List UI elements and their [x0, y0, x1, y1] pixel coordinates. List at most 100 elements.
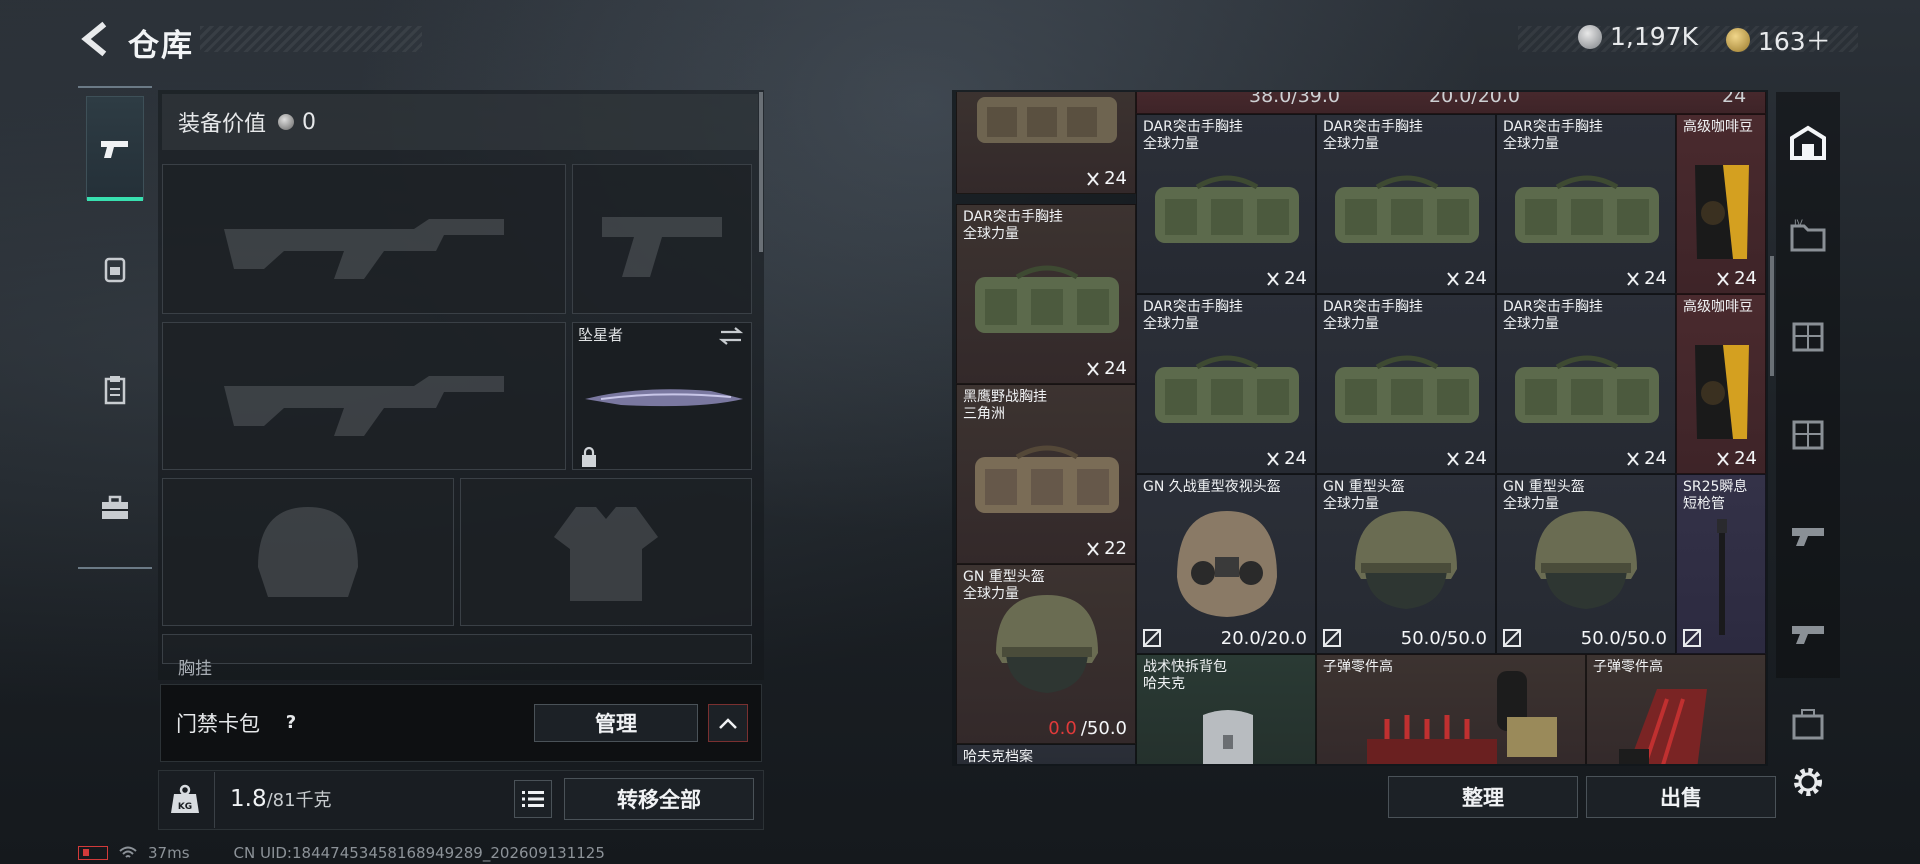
item-durability: 0.0/50.0 — [1048, 718, 1127, 739]
chest-rig-image — [1335, 355, 1479, 423]
wifi-icon — [119, 846, 137, 858]
storage-tab-3b[interactable] — [1784, 410, 1832, 458]
backpack-icon — [104, 257, 126, 283]
storage-tab-column — [1776, 92, 1840, 678]
weight-current: 1.8 — [230, 786, 267, 812]
storage-tab-4[interactable]: IV — [1784, 212, 1832, 260]
item-name: 黑鹰野战胸挂 三角洲 — [963, 389, 1047, 422]
storage-tab-3d[interactable] — [1784, 606, 1832, 654]
grid-box-icon — [1792, 420, 1824, 450]
helmet-image — [996, 595, 1098, 693]
ping-value: 37ms — [148, 844, 190, 862]
durability-icon — [1503, 629, 1521, 647]
item-cell-partial[interactable]: 38.0/39.0 20.0/20.0 24 — [1136, 92, 1766, 114]
item-cell[interactable]: DAR突击手胸挂 全球力量 24 — [1316, 294, 1496, 474]
stack-icon — [1087, 361, 1099, 376]
item-cell[interactable]: DAR突击手胸挂 全球力量 24 — [1136, 294, 1316, 474]
chest-rig-image — [1515, 355, 1659, 423]
item-cell[interactable]: DAR突击手胸挂 全球力量 24 — [956, 204, 1136, 384]
item-cell[interactable]: 高级咖啡豆 24 — [1676, 114, 1766, 294]
weapon-box-icon — [1792, 626, 1824, 644]
chest-rig-image — [1335, 175, 1479, 243]
item-cell[interactable]: DAR突击手胸挂 全球力量 24 — [1496, 294, 1676, 474]
list-view-button[interactable] — [514, 780, 552, 818]
svg-text:IV: IV — [1794, 219, 1804, 229]
item-cell[interactable]: SR25瞬息 短枪管 — [1676, 474, 1766, 654]
item-cell[interactable]: 黑鹰野战胸挂 三角洲 22 — [956, 384, 1136, 564]
helmet-placeholder-icon — [163, 479, 453, 625]
item-cell[interactable]: DAR突击手胸挂 全球力量 24 — [1136, 114, 1316, 294]
item-cell[interactable]: DAR突击手胸挂 全球力量 24 — [1496, 114, 1676, 294]
chest-rig-image — [975, 265, 1119, 333]
organize-button[interactable]: 整理 — [1388, 776, 1578, 818]
sell-button[interactable]: 出售 — [1586, 776, 1776, 818]
item-name: 高级咖啡豆 — [1683, 119, 1753, 135]
grid-box-icon — [1792, 322, 1824, 352]
swap-icon[interactable] — [718, 326, 744, 346]
item-cell[interactable]: GN 重型头盔 全球力量 50.0/50.0 — [1496, 474, 1676, 654]
item-count: 24 — [1086, 358, 1127, 379]
currency-gold-value: 163＋ — [1758, 27, 1831, 56]
gear-icon[interactable] — [1790, 764, 1826, 800]
storage-tab-3e[interactable] — [1784, 700, 1832, 748]
briefcase-icon — [102, 495, 128, 519]
equipment-value-row: 装备价值 0 — [162, 94, 758, 150]
item-cell[interactable]: GN 重型头盔 全球力量 0.0/50.0 — [956, 564, 1136, 744]
back-arrow-icon[interactable] — [78, 20, 112, 58]
stack-icon — [1717, 451, 1729, 466]
item-name: 哈夫克档案 — [963, 749, 1033, 764]
coffee-bag-image — [1695, 165, 1749, 259]
weight-max: /81千克 — [266, 790, 332, 811]
item-cell[interactable]: 子弹零件高 — [1586, 654, 1766, 764]
slot-primary-weapon[interactable] — [162, 164, 566, 314]
item-cell[interactable]: 哈夫克档案 — [956, 744, 1136, 764]
slot-helmet[interactable] — [162, 478, 454, 626]
nav-tab-armor[interactable] — [86, 218, 144, 322]
partial-durability-2: 20.0/20.0 — [1429, 92, 1521, 107]
item-name: DAR突击手胸挂 全球力量 — [1143, 299, 1243, 332]
item-cell[interactable]: GN 重型头盔 全球力量 50.0/50.0 — [1316, 474, 1496, 654]
storage-tab-3a[interactable] — [1784, 312, 1832, 360]
item-cell[interactable]: 24 — [956, 92, 1136, 194]
case-icon — [1792, 709, 1824, 740]
item-cell[interactable]: DAR突击手胸挂 全球力量 24 — [1316, 114, 1496, 294]
weight-kg-icon: KG — [171, 784, 199, 813]
weapon-box-icon — [1792, 528, 1824, 546]
nav-tab-weapons[interactable] — [86, 96, 144, 201]
help-icon[interactable]: ? — [278, 710, 304, 736]
transfer-all-button[interactable]: 转移全部 — [564, 778, 754, 820]
item-cell[interactable]: 子弹零件高 — [1316, 654, 1586, 764]
page-title: 仓库 — [128, 28, 194, 64]
lock-icon — [582, 446, 596, 467]
manage-button[interactable]: 管理 — [534, 704, 698, 742]
slot-chest-rig[interactable] — [162, 634, 752, 664]
stack-icon — [1447, 271, 1459, 286]
collapse-button[interactable] — [708, 704, 748, 742]
slot-secondary-weapon[interactable] — [162, 322, 566, 470]
nav-tab-case[interactable] — [86, 456, 144, 560]
warehouse-icon — [1790, 125, 1826, 160]
item-cell[interactable]: 高级咖啡豆 24 — [1676, 294, 1766, 474]
loadout-scrollbar[interactable] — [759, 92, 763, 252]
storage-tab-all[interactable] — [1784, 118, 1832, 166]
item-durability: 20.0/20.0 — [1220, 628, 1307, 649]
helmet-image — [1535, 511, 1637, 609]
item-count: 24 — [1626, 268, 1667, 289]
item-cell[interactable]: GN 久战重型夜视头盔 20.0/20.0 — [1136, 474, 1316, 654]
item-count: 24 — [1446, 448, 1487, 469]
chest-rig-image — [1155, 175, 1299, 243]
durability-icon — [1143, 629, 1161, 647]
item-name: GN 久战重型夜视头盔 — [1143, 479, 1281, 495]
slot-body-armor[interactable] — [460, 478, 752, 626]
item-cell[interactable]: 战术快拆背包 哈夫克 — [1136, 654, 1316, 764]
item-name: 子弹零件高 — [1593, 659, 1663, 675]
slot-pistol[interactable] — [572, 164, 752, 314]
nav-tab-clipboard[interactable] — [86, 338, 144, 442]
storage-scrollbar[interactable] — [1770, 256, 1774, 376]
chest-rig-label: 胸挂 — [178, 659, 212, 679]
currency-gold[interactable]: 163＋ — [1726, 22, 1831, 58]
durability-icon — [1683, 629, 1701, 647]
partial-durability-1: 38.0/39.0 — [1249, 92, 1341, 107]
storage-tab-3c[interactable] — [1784, 508, 1832, 556]
helmet-image — [1355, 511, 1457, 609]
